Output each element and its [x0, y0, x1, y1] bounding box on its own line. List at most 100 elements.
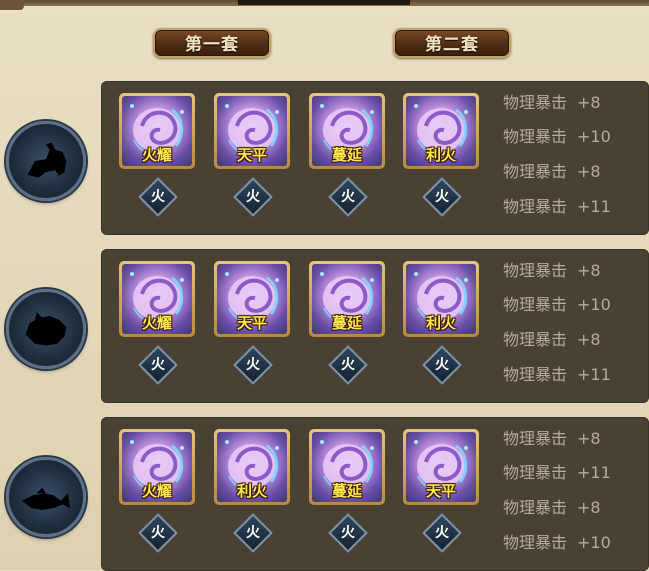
- stat-value: +11: [577, 197, 611, 216]
- rune-card-label: 利火: [236, 482, 267, 500]
- rune-set-panel: 火耀火天平火蔓延火利火火物理暴击 +8 物理暴击 +10 物理暴击 +8 物理暴击 +11: [101, 81, 649, 235]
- element-badge-label: 火: [246, 525, 260, 541]
- element-badge: 火: [233, 177, 273, 217]
- stat-value: +10: [577, 127, 611, 146]
- stat-value: +11: [577, 463, 611, 482]
- stat-name: 物理暴击: [503, 162, 568, 181]
- top-frame-corner: [0, 0, 24, 10]
- stat-value: +8: [577, 93, 601, 112]
- rune-art-icon: 天平: [406, 432, 476, 502]
- element-badge: 火: [422, 513, 462, 553]
- stat-row: 物理暴击 +8: [503, 429, 649, 449]
- stat-name: 物理暴击: [503, 365, 568, 384]
- element-badge: 火: [328, 513, 368, 553]
- rune-card[interactable]: 火耀: [119, 429, 195, 505]
- stat-row: 物理暴击 +8: [503, 162, 649, 182]
- element-badge: 火: [422, 177, 462, 217]
- element-badge: 火: [138, 513, 178, 553]
- stat-name: 物理暴击: [503, 463, 568, 482]
- rune-card-label: 利火: [425, 314, 456, 332]
- rune-card-label: 火耀: [141, 146, 172, 164]
- pet-avatar[interactable]: [6, 289, 86, 369]
- element-badge: 火: [233, 345, 273, 385]
- stat-value: +8: [577, 429, 601, 448]
- rune-card[interactable]: 蔓延: [309, 429, 385, 505]
- rune-art-icon: 火耀: [122, 432, 192, 502]
- rune-card[interactable]: 利火: [403, 93, 479, 169]
- stat-value: +10: [577, 533, 611, 552]
- rune-card-label: 天平: [236, 146, 267, 164]
- stat-value: +8: [577, 498, 601, 517]
- element-badge-label: 火: [341, 189, 355, 205]
- element-badge-label: 火: [151, 189, 165, 205]
- rune-card-label: 天平: [425, 482, 456, 500]
- rune-card[interactable]: 蔓延: [309, 261, 385, 337]
- stat-value: +8: [577, 261, 601, 280]
- rune-card[interactable]: 利火: [403, 261, 479, 337]
- rune-art-icon: 利火: [406, 96, 476, 166]
- element-badge-label: 火: [435, 189, 449, 205]
- stat-row: 物理暴击 +10: [503, 295, 649, 315]
- pet-avatar[interactable]: [6, 121, 86, 201]
- stat-name: 物理暴击: [503, 93, 568, 112]
- stat-value: +8: [577, 162, 601, 181]
- element-badge-label: 火: [151, 525, 165, 541]
- rune-card-label: 火耀: [141, 482, 172, 500]
- stat-row: 物理暴击 +8: [503, 330, 649, 350]
- pet-avatar[interactable]: [6, 457, 86, 537]
- stat-row: 物理暴击 +8: [503, 498, 649, 518]
- element-badge: 火: [328, 177, 368, 217]
- rune-card[interactable]: 火耀: [119, 261, 195, 337]
- tab-set-two[interactable]: 第二套: [393, 28, 511, 58]
- stat-row: 物理暴击 +11: [503, 463, 649, 483]
- tab-set-one[interactable]: 第一套: [153, 28, 271, 58]
- rune-art-icon: 蔓延: [312, 96, 382, 166]
- element-badge: 火: [328, 345, 368, 385]
- element-badge-label: 火: [341, 357, 355, 373]
- element-badge-label: 火: [151, 357, 165, 373]
- element-badge: 火: [138, 177, 178, 217]
- rune-card[interactable]: 蔓延: [309, 93, 385, 169]
- rune-card-label: 蔓延: [331, 146, 362, 164]
- stat-name: 物理暴击: [503, 197, 568, 216]
- stat-name: 物理暴击: [503, 295, 568, 314]
- rune-set-panel: 火耀火利火火蔓延火天平火物理暴击 +8 物理暴击 +11 物理暴击 +8 物理暴击 +10: [101, 417, 649, 571]
- element-badge-label: 火: [246, 189, 260, 205]
- element-badge-label: 火: [246, 357, 260, 373]
- element-badge: 火: [233, 513, 273, 553]
- rune-art-icon: 蔓延: [312, 264, 382, 334]
- stat-name: 物理暴击: [503, 261, 568, 280]
- rune-card-label: 火耀: [141, 314, 172, 332]
- stat-value: +10: [577, 295, 611, 314]
- rune-set-panel: 火耀火天平火蔓延火利火火物理暴击 +8 物理暴击 +10 物理暴击 +8 物理暴击 +11: [101, 249, 649, 403]
- element-badge-label: 火: [341, 525, 355, 541]
- rune-card[interactable]: 天平: [214, 93, 290, 169]
- stat-value: +8: [577, 330, 601, 349]
- rune-art-icon: 蔓延: [312, 432, 382, 502]
- rune-card-label: 蔓延: [331, 482, 362, 500]
- rune-card[interactable]: 利火: [214, 429, 290, 505]
- stat-value: +11: [577, 365, 611, 384]
- element-badge: 火: [422, 345, 462, 385]
- stat-row: 物理暴击 +8: [503, 261, 649, 281]
- rune-card-label: 蔓延: [331, 314, 362, 332]
- rune-card-label: 天平: [236, 314, 267, 332]
- stat-name: 物理暴击: [503, 330, 568, 349]
- rune-art-icon: 利火: [217, 432, 287, 502]
- rune-art-icon: 天平: [217, 264, 287, 334]
- rune-card[interactable]: 天平: [214, 261, 290, 337]
- element-badge-label: 火: [435, 525, 449, 541]
- stat-row: 物理暴击 +10: [503, 533, 649, 553]
- rune-art-icon: 利火: [406, 264, 476, 334]
- rune-art-icon: 火耀: [122, 264, 192, 334]
- stat-row: 物理暴击 +11: [503, 197, 649, 217]
- stat-name: 物理暴击: [503, 498, 568, 517]
- stat-row: 物理暴击 +11: [503, 365, 649, 385]
- element-badge: 火: [138, 345, 178, 385]
- stat-name: 物理暴击: [503, 533, 568, 552]
- rune-art-icon: 天平: [217, 96, 287, 166]
- stat-row: 物理暴击 +8: [503, 93, 649, 113]
- rune-card[interactable]: 天平: [403, 429, 479, 505]
- stat-row: 物理暴击 +10: [503, 127, 649, 147]
- rune-card[interactable]: 火耀: [119, 93, 195, 169]
